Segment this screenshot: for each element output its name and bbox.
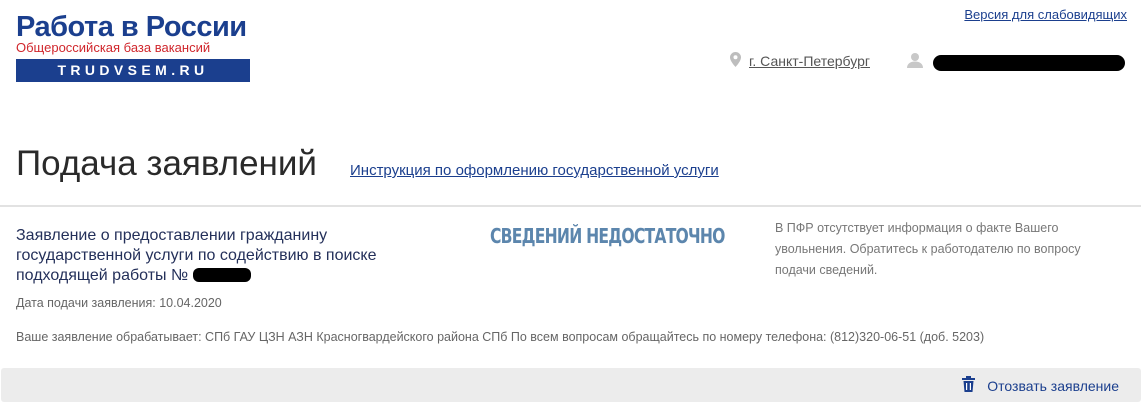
application-title: Заявление о предоставлении гражданину го… — [16, 226, 456, 286]
pfr-notice: В ПФР отсутствует информация о факте Ваш… — [775, 221, 1081, 277]
processor-info: Ваше заявление обрабатывает: СПб ГАУ ЦЗН… — [16, 330, 985, 344]
instruction-link[interactable]: Инструкция по оформлению государственной… — [350, 162, 719, 179]
withdraw-label: Отозвать заявление — [987, 377, 1119, 394]
withdraw-application-button[interactable]: Отозвать заявление — [962, 376, 1119, 395]
site-logo[interactable]: Работа в России Общероссийская база вака… — [16, 12, 252, 82]
city-selector[interactable]: г. Санкт-Петербург — [730, 52, 870, 70]
trash-icon — [962, 376, 976, 395]
map-pin-icon — [730, 52, 741, 70]
accessibility-version-link[interactable]: Версия для слабовидящих — [964, 7, 1127, 22]
submission-date: Дата подачи заявления: 10.04.2020 — [16, 296, 222, 310]
status-badge: СВЕДЕНИЙ НЕДОСТАТОЧНО — [490, 224, 725, 248]
application-actions-bar: Отозвать заявление — [1, 368, 1141, 402]
logo-subtitle: Общероссийская база вакансий — [16, 40, 211, 55]
city-name[interactable]: г. Санкт-Петербург — [749, 53, 870, 69]
logo-title: Работа в России — [16, 11, 247, 43]
user-icon — [907, 52, 923, 73]
divider — [0, 205, 1141, 207]
page-title: Подача заявлений — [16, 144, 317, 183]
application-number-redacted — [192, 268, 251, 282]
user-name-redacted — [933, 54, 1125, 71]
user-menu[interactable] — [907, 52, 1125, 73]
logo-domain: TRUDVSEM.RU — [16, 59, 250, 82]
